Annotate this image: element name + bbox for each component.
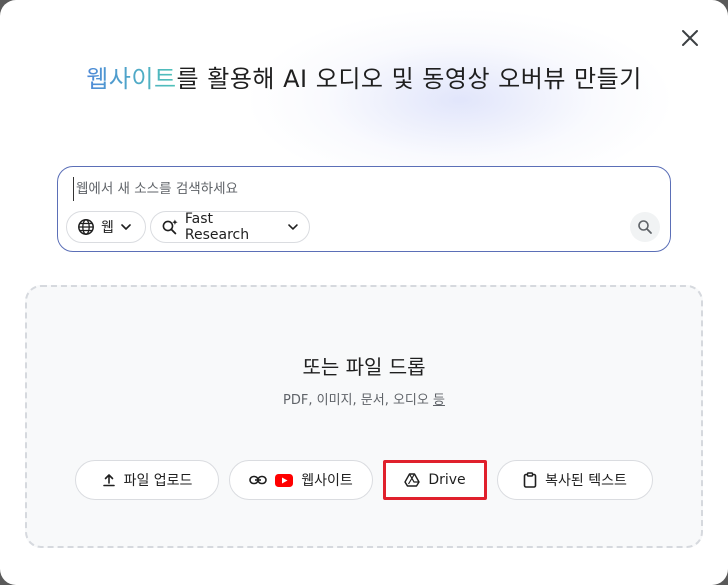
chevron-down-icon — [288, 224, 298, 230]
google-drive-icon — [404, 473, 421, 487]
drop-zone-title: 또는 파일 드롭 — [302, 355, 426, 379]
title-rest: 를 활용해 AI 오디오 및 동영상 오버뷰 만들기 — [176, 65, 642, 93]
dialog-title: 웹사이트를 활용해 AI 오디오 및 동영상 오버뷰 만들기 — [80, 62, 648, 96]
drop-zone-subtitle: PDF, 이미지, 문서, 오디오 등 — [27, 389, 701, 408]
subtitle-main: PDF, 이미지, 문서, 오디오 — [283, 393, 433, 408]
drive-source-button[interactable]: Drive — [383, 460, 487, 500]
link-icon — [249, 475, 268, 485]
website-source-label: 웹사이트 — [301, 473, 353, 489]
search-input[interactable] — [73, 177, 633, 201]
chevron-down-icon — [121, 224, 131, 230]
close-button[interactable] — [674, 22, 706, 54]
paste-text-button[interactable]: 복사된 텍스트 — [497, 460, 653, 500]
close-icon — [682, 30, 698, 46]
research-mode-label: Fast Research — [184, 211, 250, 243]
upload-file-button[interactable]: 파일 업로드 — [75, 460, 219, 500]
search-icon — [638, 220, 652, 234]
paste-text-label: 복사된 텍스트 — [545, 473, 627, 489]
upload-file-label: 파일 업로드 — [123, 473, 193, 489]
source-type-dropdown[interactable]: 웹 — [66, 211, 146, 243]
clipboard-icon — [523, 472, 537, 488]
subtitle-last: 등 — [432, 393, 445, 408]
upload-icon — [102, 474, 115, 487]
drive-source-label: Drive — [428, 472, 466, 488]
globe-icon — [78, 219, 94, 235]
youtube-icon — [275, 473, 294, 487]
file-drop-zone[interactable]: 또는 파일 드롭 PDF, 이미지, 문서, 오디오 등 파일 업로드 웹사이트 — [25, 285, 703, 548]
add-source-dialog: 웹사이트를 활용해 AI 오디오 및 동영상 오버뷰 만들기 웹 Fast Re… — [0, 0, 728, 585]
sparkle-search-icon — [162, 219, 178, 235]
title-highlight: 웹사이트 — [86, 65, 177, 93]
source-type-label: 웹 — [101, 220, 114, 236]
search-submit-button[interactable] — [630, 212, 660, 242]
background-glow — [250, 10, 670, 190]
website-source-button[interactable]: 웹사이트 — [229, 460, 373, 500]
search-box: 웹 Fast Research — [57, 166, 671, 252]
research-mode-dropdown[interactable]: Fast Research — [150, 211, 310, 243]
